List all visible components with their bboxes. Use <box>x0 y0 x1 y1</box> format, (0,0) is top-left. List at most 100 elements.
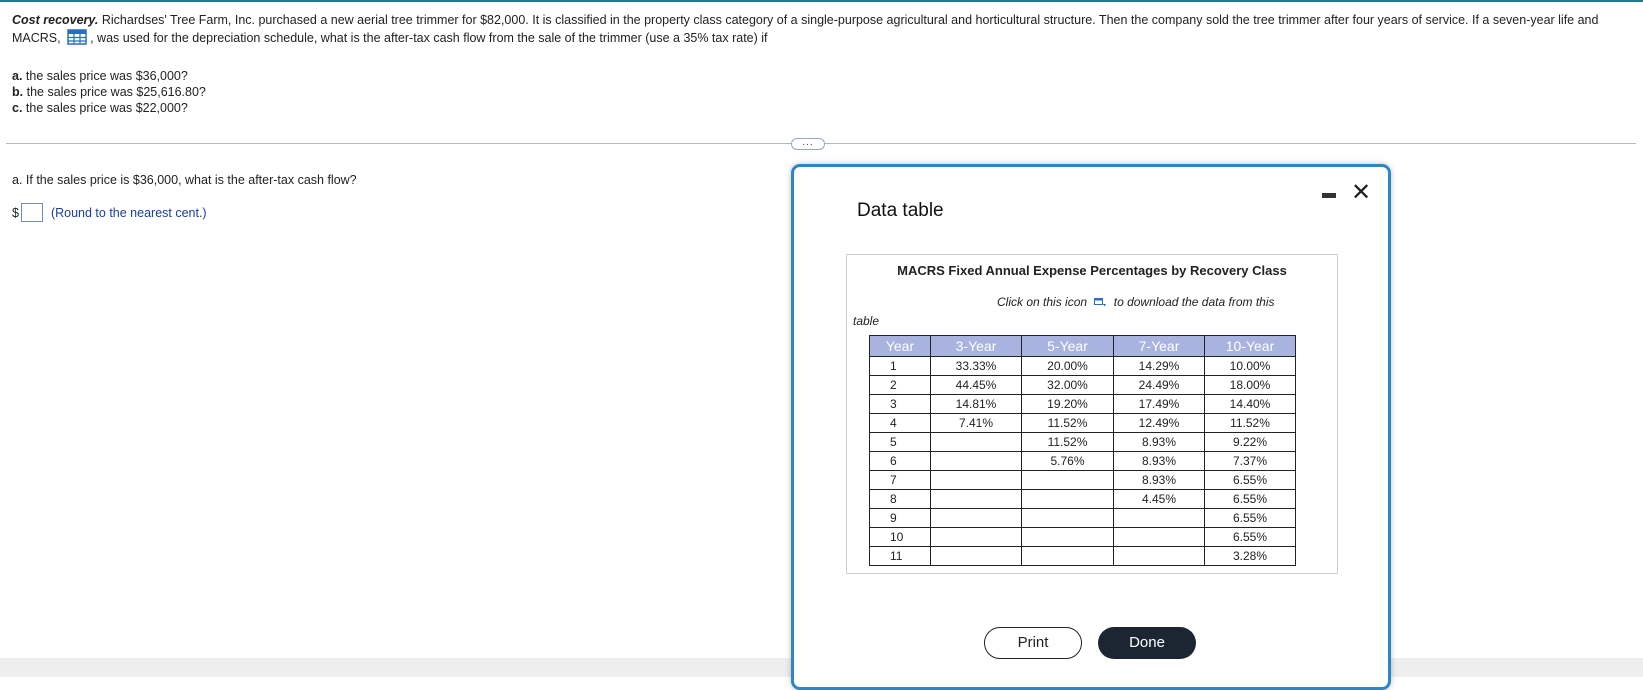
close-icon[interactable]: ✕ <box>1350 181 1372 205</box>
percentage-cell: 9.22% <box>1204 432 1296 452</box>
percentage-cell: 7.37% <box>1204 451 1296 471</box>
table-row: 11 3.28% <box>869 546 1296 566</box>
part-c: c. the sales price was $22,000? <box>12 101 188 115</box>
table-row: 3 14.81% 19.20% 17.49% 14.40% <box>869 394 1296 414</box>
percentage-cell <box>1021 546 1114 566</box>
year-cell: 4 <box>869 413 931 433</box>
done-button[interactable]: Done <box>1098 627 1196 659</box>
percentage-cell: 18.00% <box>1204 375 1296 395</box>
percentage-cell: 32.00% <box>1021 375 1114 395</box>
dialog-title: Data table <box>857 200 944 221</box>
answer-input[interactable] <box>20 203 43 222</box>
table-row: 6 5.76% 8.93% 7.37% <box>869 451 1296 471</box>
percentage-cell: 14.29% <box>1113 356 1205 376</box>
percentage-cell: 12.49% <box>1113 413 1205 433</box>
percentage-cell <box>930 527 1022 547</box>
percentage-cell: 33.33% <box>930 356 1022 376</box>
year-cell: 3 <box>869 394 931 414</box>
percentage-cell: 11.52% <box>1204 413 1296 433</box>
percentage-cell: 14.81% <box>930 394 1022 414</box>
table-header-row: Year 3-Year 5-Year 7-Year 10-Year <box>869 335 1296 357</box>
question-text: Cost recovery. Richardses' Tree Farm, In… <box>12 12 1637 47</box>
table-row: 8 4.45% 6.55% <box>869 489 1296 509</box>
percentage-cell: 20.00% <box>1021 356 1114 376</box>
table-grid-icon[interactable] <box>67 29 87 45</box>
table-row: 10 6.55% <box>869 527 1296 547</box>
percentage-cell: 6.55% <box>1204 508 1296 528</box>
expand-button[interactable]: ... <box>791 138 825 150</box>
answer-prompt: a. If the sales price is $36,000, what i… <box>12 173 357 187</box>
percentage-cell: 10.00% <box>1204 356 1296 376</box>
column-header: 3-Year <box>930 335 1022 357</box>
percentage-cell: 4.45% <box>1113 489 1205 509</box>
table-row: 4 7.41% 11.52% 12.49% 11.52% <box>869 413 1296 433</box>
percentage-cell <box>930 489 1022 509</box>
macrs-table-panel: MACRS Fixed Annual Expense Percentages b… <box>846 254 1338 574</box>
column-header: 7-Year <box>1113 335 1205 357</box>
percentage-cell: 8.93% <box>1113 451 1205 471</box>
year-cell: 11 <box>869 546 931 566</box>
percentage-cell: 6.55% <box>1204 527 1296 547</box>
print-button[interactable]: Print <box>984 627 1082 659</box>
question-title: Cost recovery. <box>12 13 99 27</box>
percentage-cell <box>1021 508 1114 528</box>
table-row: 2 44.45% 32.00% 24.49% 18.00% <box>869 375 1296 395</box>
part-b: b. the sales price was $25,616.80? <box>12 85 206 99</box>
percentage-cell <box>1021 470 1114 490</box>
year-cell: 8 <box>869 489 931 509</box>
percentage-cell: 7.41% <box>930 413 1022 433</box>
percentage-cell: 6.55% <box>1204 489 1296 509</box>
answer-row: $ (Round to the nearest cent.) <box>12 203 207 222</box>
percentage-cell: 8.93% <box>1113 470 1205 490</box>
column-header: 10-Year <box>1204 335 1296 357</box>
percentage-cell: 3.28% <box>1204 546 1296 566</box>
table-row: 9 6.55% <box>869 508 1296 528</box>
data-table-dialog: Data table ✕ MACRS Fixed Annual Expense … <box>791 164 1391 690</box>
table-row: 7 8.93% 6.55% <box>869 470 1296 490</box>
table-body: 1 33.33% 20.00% 14.29% 10.00% 2 44.45% 32.00% 24… <box>869 356 1296 566</box>
question-parts: a. the sales price was $36,000? b. the s… <box>12 68 206 116</box>
year-cell: 2 <box>869 375 931 395</box>
percentage-cell: 6.55% <box>1204 470 1296 490</box>
round-hint: (Round to the nearest cent.) <box>50 205 207 220</box>
table-title: MACRS Fixed Annual Expense Percentages b… <box>897 263 1287 278</box>
download-icon[interactable] <box>1094 296 1107 307</box>
percentage-cell: 19.20% <box>1021 394 1114 414</box>
percentage-cell <box>1113 527 1205 547</box>
percentage-cell <box>930 508 1022 528</box>
percentage-cell <box>1021 527 1114 547</box>
percentage-cell: 11.52% <box>1021 413 1114 433</box>
year-cell: 7 <box>869 470 931 490</box>
download-hint: Click on this icon to download the data … <box>997 295 1275 309</box>
percentage-cell: 44.45% <box>930 375 1022 395</box>
percentage-cell <box>930 432 1022 452</box>
percentage-cell <box>930 451 1022 471</box>
percentage-cell: 24.49% <box>1113 375 1205 395</box>
percentage-cell: 14.40% <box>1204 394 1296 414</box>
year-cell: 9 <box>869 508 931 528</box>
year-cell: 5 <box>869 432 931 452</box>
percentage-cell: 11.52% <box>1021 432 1114 452</box>
percentage-cell <box>1113 508 1205 528</box>
minimize-icon[interactable] <box>1322 193 1336 198</box>
year-cell: 6 <box>869 451 931 471</box>
download-hint-wrap: table <box>853 314 880 328</box>
percentage-cell <box>930 470 1022 490</box>
column-header: 5-Year <box>1021 335 1114 357</box>
table-row: 1 33.33% 20.00% 14.29% 10.00% <box>869 356 1296 376</box>
top-accent-line <box>0 0 1643 2</box>
percentage-cell: 17.49% <box>1113 394 1205 414</box>
currency-symbol: $ <box>12 205 19 220</box>
year-cell: 1 <box>869 356 931 376</box>
percentage-cell <box>1113 546 1205 566</box>
question-body-2: , was used for the depreciation schedule… <box>90 31 768 45</box>
percentage-cell: 8.93% <box>1113 432 1205 452</box>
part-a: a. the sales price was $36,000? <box>12 69 188 83</box>
percentage-cell <box>1021 489 1114 509</box>
percentage-cell <box>930 546 1022 566</box>
year-cell: 10 <box>869 527 931 547</box>
column-header: Year <box>869 335 931 357</box>
percentage-cell: 5.76% <box>1021 451 1114 471</box>
macrs-table: Year 3-Year 5-Year 7-Year 10-Year 1 33.33… <box>869 335 1296 566</box>
table-row: 5 11.52% 8.93% 9.22% <box>869 432 1296 452</box>
